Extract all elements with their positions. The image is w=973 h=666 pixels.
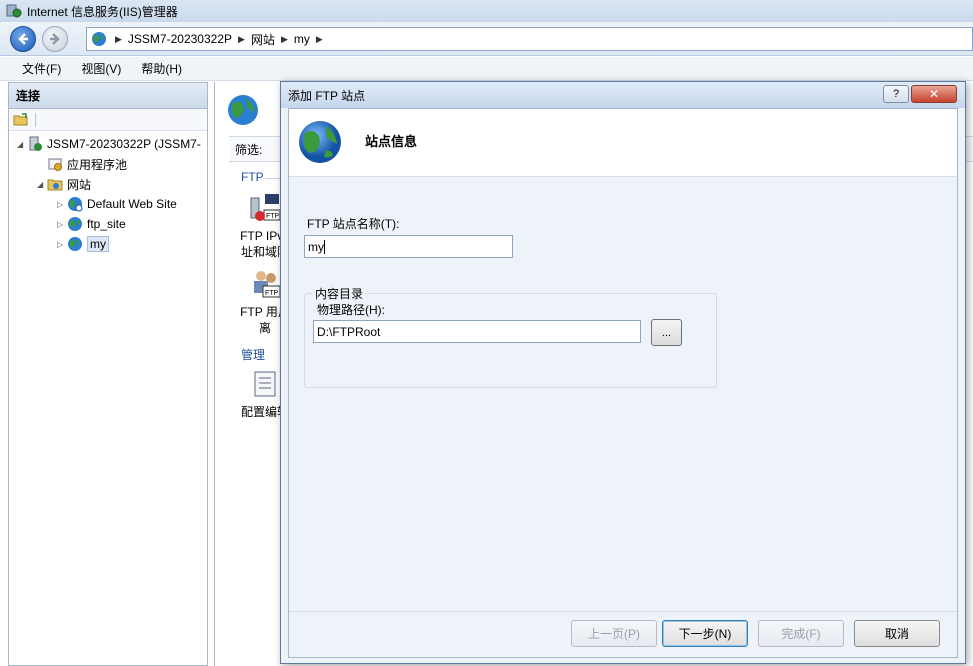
menu-bar: 文件(F) 视图(V) 帮助(H): [0, 57, 973, 81]
server-icon: [29, 136, 42, 151]
finish-button[interactable]: 完成(F): [758, 620, 844, 647]
globe-icon: [299, 121, 341, 163]
forward-button[interactable]: [42, 26, 68, 52]
chevron-right-icon: ▶: [238, 33, 245, 44]
help-icon: ?: [892, 88, 900, 100]
menu-view[interactable]: 视图(V): [81, 60, 121, 77]
dialog-heading: 站点信息: [365, 134, 418, 149]
breadcrumb-server[interactable]: JSSM7-20230322P: [128, 32, 232, 46]
website-globe-icon: [68, 197, 83, 212]
expand-icon[interactable]: ▷: [57, 220, 67, 229]
chevron-right-icon: ▶: [280, 33, 288, 44]
connect-folder-icon[interactable]: [13, 112, 29, 128]
dialog-body: 站点信息 FTP 站点名称(T): my 内容目录 物理路径(H): D:\FT…: [288, 108, 958, 658]
ftp-user-isolation-icon: FTP: [254, 271, 281, 298]
cancel-button[interactable]: 取消: [854, 620, 940, 647]
menu-help[interactable]: 帮助(H): [141, 60, 182, 77]
close-icon: ✕: [928, 87, 940, 101]
app-title-bar: Internet 信息服务(IIS)管理器: [0, 0, 973, 22]
help-button[interactable]: ?: [883, 85, 909, 103]
menu-file[interactable]: 文件(F): [22, 60, 61, 77]
close-button[interactable]: ✕: [911, 85, 957, 103]
svg-text:FTP: FTP: [265, 290, 279, 297]
config-editor-icon: [254, 371, 276, 397]
connections-toolbar: [9, 109, 207, 131]
tree-node-default-web-site[interactable]: ▷ Default Web Site: [57, 195, 177, 213]
next-button[interactable]: 下一步(N): [662, 620, 748, 647]
website-globe-icon: [68, 217, 82, 231]
dialog-header: 站点信息: [289, 109, 957, 177]
tree-node-server[interactable]: ◢ JSSM7-20230322P (JSSM7-: [17, 135, 201, 153]
website-globe-icon: [68, 237, 82, 251]
dialog-title: 添加 FTP 站点: [288, 88, 366, 103]
text-cursor: [324, 239, 325, 254]
tree-label: ftp_site: [87, 217, 126, 231]
add-ftp-site-dialog: 添加 FTP 站点 ? ✕ 站点信息 FTP 站点名称(T): my 内容目录 …: [280, 81, 966, 664]
browse-button[interactable]: ...: [651, 319, 682, 346]
ftp-ip-restrictions-icon: FTP: [250, 194, 281, 221]
back-button[interactable]: [10, 26, 36, 52]
tree-label: 应用程序池: [67, 157, 128, 172]
tree-label: 网站: [67, 177, 92, 192]
tree-node-app-pools[interactable]: 应用程序池: [37, 155, 127, 173]
dialog-content: FTP 站点名称(T): my 内容目录 物理路径(H): D:\FTPRoot…: [289, 177, 957, 611]
app-title: Internet 信息服务(IIS)管理器: [27, 4, 178, 19]
tree-label: Default Web Site: [87, 197, 177, 211]
tree-label: JSSM7-20230322P (JSSM7-: [47, 137, 201, 151]
tree-label: my: [87, 236, 109, 252]
arrow-left-icon: [18, 33, 28, 45]
physical-path-value: D:\FTPRoot: [317, 324, 381, 339]
address-bar[interactable]: ▶ JSSM7-20230322P ▶ 网站 ▶ my ▶: [86, 27, 973, 51]
site-name-label: FTP 站点名称(T):: [307, 217, 400, 231]
connections-panel: 连接 ◢ JSSM7-20230322P (JSSM7- 应用程序池 ◢ 网站 …: [8, 82, 208, 666]
group-manage-label: 管理: [241, 348, 266, 362]
tree-node-ftp-site[interactable]: ▷ ftp_site: [57, 215, 126, 233]
breadcrumb-sites[interactable]: 网站: [251, 31, 275, 48]
site-name-value: my: [308, 239, 324, 254]
tree-node-sites[interactable]: ◢ 网站: [37, 175, 91, 193]
dialog-title-bar: 添加 FTP 站点 ? ✕: [281, 82, 965, 108]
app-pool-icon: [48, 158, 62, 171]
expand-icon[interactable]: ▷: [57, 200, 67, 209]
site-globe-icon: [228, 95, 258, 125]
svg-text:FTP: FTP: [266, 213, 280, 220]
chevron-right-icon: ▶: [115, 33, 122, 44]
physical-path-label: 物理路径(H):: [317, 303, 385, 317]
chevron-right-icon: ▶: [315, 33, 323, 44]
navigation-bar: ▶ JSSM7-20230322P ▶ 网站 ▶ my ▶: [0, 22, 973, 56]
sites-folder-icon: [47, 179, 63, 191]
connections-header: 连接: [9, 83, 207, 109]
ellipsis-icon: ...: [661, 326, 672, 339]
breadcrumb-my[interactable]: my: [294, 32, 310, 46]
iis-manager-icon: [6, 4, 22, 18]
expand-icon[interactable]: ▷: [57, 240, 67, 249]
previous-button[interactable]: 上一页(P): [571, 620, 657, 647]
collapse-icon[interactable]: ◢: [37, 180, 47, 189]
physical-path-input[interactable]: D:\FTPRoot: [313, 320, 641, 343]
group-ftp-label: FTP: [241, 170, 264, 184]
site-name-input[interactable]: my: [304, 235, 513, 258]
globe-icon: [92, 32, 106, 46]
content-directory-label: 内容目录: [313, 285, 366, 302]
arrow-right-icon: [50, 33, 60, 45]
dialog-footer: 上一页(P) 下一步(N) 完成(F) 取消: [289, 611, 957, 657]
tree-node-my[interactable]: ▷ my: [57, 235, 109, 253]
filter-label: 筛选:: [235, 142, 263, 157]
collapse-icon[interactable]: ◢: [17, 140, 27, 149]
toolbar-divider: [35, 112, 36, 127]
